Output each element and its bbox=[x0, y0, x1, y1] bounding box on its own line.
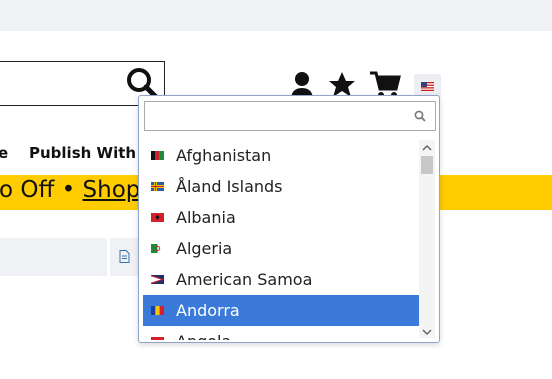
country-option-angola[interactable]: Angola bbox=[143, 326, 419, 340]
ax-flag-icon bbox=[151, 182, 164, 191]
country-list[interactable]: Afghanistan Åland Islands Albania Algeri… bbox=[143, 140, 419, 340]
country-list-scrollbar[interactable] bbox=[419, 140, 435, 338]
dz-flag-icon bbox=[151, 244, 164, 253]
nav-item-partial-label: e bbox=[0, 144, 9, 162]
country-option-label: Albania bbox=[176, 208, 236, 227]
search-icon bbox=[414, 110, 426, 122]
country-option-label: Andorra bbox=[176, 301, 240, 320]
chevron-up-icon bbox=[422, 144, 432, 151]
country-dropdown: Afghanistan Åland Islands Albania Algeri… bbox=[138, 95, 440, 343]
content-tab[interactable] bbox=[0, 238, 107, 276]
ad-flag-icon bbox=[151, 306, 164, 315]
country-search-field[interactable] bbox=[144, 101, 436, 131]
as-flag-icon bbox=[151, 275, 164, 284]
promo-message: o Off • bbox=[0, 177, 83, 203]
scroll-down-button[interactable] bbox=[419, 324, 435, 338]
ao-flag-icon bbox=[151, 337, 164, 340]
af-flag-icon bbox=[151, 151, 164, 160]
chevron-down-icon bbox=[422, 329, 432, 336]
country-option-label: American Samoa bbox=[176, 270, 313, 289]
country-option-andorra[interactable]: Andorra bbox=[143, 295, 419, 326]
country-option-label: Åland Islands bbox=[176, 177, 283, 196]
top-bar bbox=[0, 0, 552, 31]
country-option-american-samoa[interactable]: American Samoa bbox=[143, 264, 419, 295]
document-icon bbox=[119, 250, 130, 263]
scroll-thumb[interactable] bbox=[421, 156, 433, 174]
country-search-input[interactable] bbox=[149, 103, 413, 131]
country-option-label: Angola bbox=[176, 332, 231, 340]
country-option-albania[interactable]: Albania bbox=[143, 202, 419, 233]
country-option-label: Algeria bbox=[176, 239, 233, 258]
nav-item-publish[interactable]: Publish With U bbox=[29, 144, 153, 162]
nav-item-publish-label: Publish With U bbox=[29, 144, 154, 162]
country-option-algeria[interactable]: Algeria bbox=[143, 233, 419, 264]
nav-item-partial[interactable]: e bbox=[0, 144, 8, 162]
al-flag-icon bbox=[151, 213, 164, 222]
country-option-afghanistan[interactable]: Afghanistan bbox=[143, 140, 419, 171]
scroll-up-button[interactable] bbox=[419, 140, 435, 154]
country-option-label: Afghanistan bbox=[176, 146, 272, 165]
country-option-aland-islands[interactable]: Åland Islands bbox=[143, 171, 419, 202]
